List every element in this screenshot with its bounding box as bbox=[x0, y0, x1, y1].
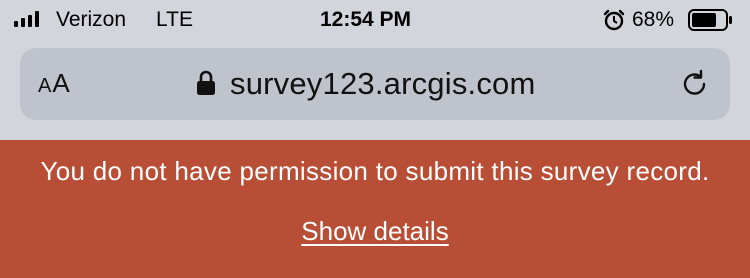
lock-icon bbox=[197, 70, 215, 95]
error-banner: You do not have permission to submit thi… bbox=[0, 140, 750, 278]
status-bar: Verizon LTE 12:54 PM 68% bbox=[0, 0, 750, 40]
text-size-large-a: A bbox=[52, 68, 70, 98]
alarm-icon bbox=[603, 9, 625, 31]
show-details-link[interactable]: Show details bbox=[0, 216, 750, 247]
screen: Verizon LTE 12:54 PM 68% A A survey123.a… bbox=[0, 0, 750, 278]
error-message: You do not have permission to submit thi… bbox=[40, 156, 710, 186]
url-text[interactable]: survey123.arcgis.com bbox=[230, 66, 536, 102]
clock: 12:54 PM bbox=[320, 8, 412, 31]
reload-icon[interactable] bbox=[680, 69, 710, 99]
carrier-label: Verizon bbox=[56, 8, 127, 31]
battery-icon bbox=[688, 9, 732, 31]
battery-percent: 68% bbox=[632, 8, 675, 31]
text-size-small-a: A bbox=[38, 75, 52, 97]
address-bar[interactable]: A A survey123.arcgis.com bbox=[20, 48, 730, 120]
signal-icon bbox=[14, 11, 39, 27]
text-size-button[interactable]: A A bbox=[38, 68, 70, 100]
network-label: LTE bbox=[156, 8, 193, 31]
